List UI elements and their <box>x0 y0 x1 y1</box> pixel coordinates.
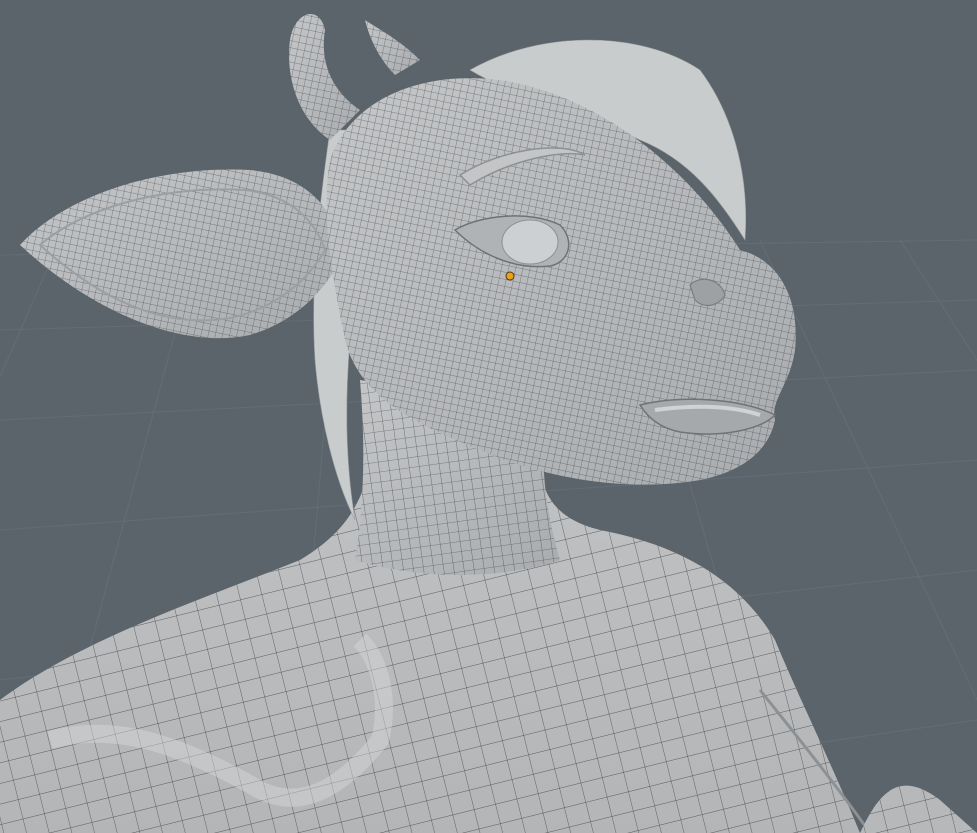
ear-mesh[interactable] <box>20 169 345 339</box>
object-origin-marker[interactable] <box>505 271 515 281</box>
3d-viewport[interactable] <box>0 0 977 833</box>
viewport-canvas[interactable] <box>0 0 977 833</box>
